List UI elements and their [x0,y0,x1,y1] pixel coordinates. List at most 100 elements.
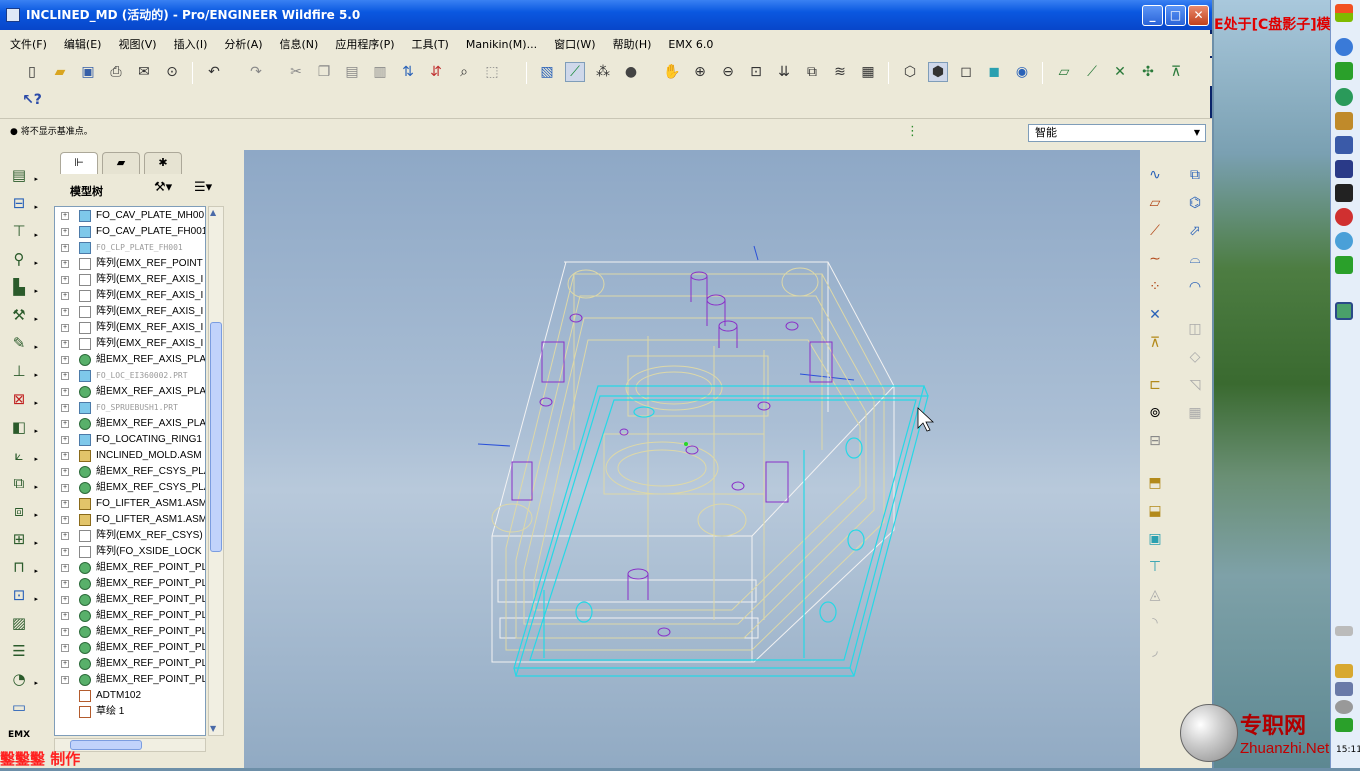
pan-hand-icon[interactable]: ✋ [662,62,682,82]
undo-icon[interactable]: ↶ [204,62,224,82]
scroll-down-arrow-icon[interactable]: ▼ [210,724,216,733]
view-eye-icon[interactable]: ◔ ▸ [8,668,38,690]
expand-icon[interactable]: + [61,564,69,572]
refresh-icon[interactable] [1335,88,1353,106]
save-icon[interactable]: ▣ [78,62,98,82]
paste-icon[interactable]: ▤ [342,62,362,82]
send-link-icon[interactable]: ⊙ [162,62,182,82]
no-hidden-icon[interactable]: ◻ [956,62,976,82]
tree-show-icon[interactable]: ☰▾ [194,180,212,195]
tree-row[interactable]: + FO_LOC_EI360002.PRT [55,368,205,384]
style-icon[interactable]: ◠ [1184,276,1206,298]
component-icon[interactable]: ⊟ ▸ [8,192,38,214]
context-help-icon[interactable]: ↖? [22,90,42,110]
tree-row[interactable]: ADTM102 [55,688,205,704]
cut-out-icon[interactable]: ⬒ [1144,472,1166,494]
expand-icon[interactable]: + [61,596,69,604]
chevron-down-icon[interactable]: ▼ [1191,127,1203,139]
merge-icon[interactable]: ◇ [1184,346,1206,368]
trim-icon[interactable]: ◹ [1184,374,1206,396]
expand-icon[interactable]: + [61,340,69,348]
guide-icon[interactable]: ▙ ▸ [8,276,38,298]
menu-window[interactable]: 窗口(W) [544,34,602,56]
bom-icon[interactable]: ⊞ ▸ [8,528,38,550]
screw-icon[interactable]: ⚲ ▸ [8,248,39,270]
open-folder-icon[interactable]: ▰ [50,62,70,82]
datum-point-icon[interactable]: ⁘ [1144,276,1166,298]
plane-display-icon[interactable]: ▧ [537,62,557,82]
tree-row[interactable]: + 阵列(EMX_REF_AXIS_I [55,304,205,320]
tree-settings-icon[interactable]: ⚒▾ [154,180,172,195]
annotation-display-icon[interactable]: ⊼ [1166,62,1186,82]
expand-icon[interactable]: + [61,228,69,236]
shading-icon[interactable]: ● [621,62,641,82]
datum-plane-icon[interactable]: ▱ [1144,192,1166,214]
protrusion-icon[interactable]: ⬓ [1144,500,1166,522]
menu-analysis[interactable]: 分析(A) [214,34,269,56]
menu-manikin[interactable]: Manikin(M)... [456,34,544,56]
tree-row[interactable]: + FO_LOCATING_RING1 [55,432,205,448]
pane-splitter[interactable] [234,150,244,768]
expand-icon[interactable]: + [61,452,69,460]
list-icon[interactable]: ☰ [8,640,30,662]
minimize-button[interactable]: _ [1142,5,1163,26]
expand-icon[interactable]: + [61,532,69,540]
new-file-icon[interactable]: ▯ [22,62,42,82]
tray-icon-4[interactable] [1335,718,1353,732]
selection-filter-select[interactable]: 智能 ▼ [1028,124,1206,142]
mold-layout-icon[interactable]: ▤ ▸ [8,164,38,186]
app-icon[interactable] [6,8,20,22]
tray-icon-1[interactable] [1335,664,1353,678]
tree-row[interactable]: + FO_LIFTER_ASM1.ASM [55,496,205,512]
layers-icon[interactable]: ≋ [830,62,850,82]
title-bar[interactable]: INCLINED_MD (活动的) - Pro/ENGINEER Wildfir… [0,0,1212,30]
maximize-button[interactable]: □ [1165,5,1186,26]
redo-icon[interactable]: ↷ [246,62,266,82]
tree-row[interactable]: + 阵列(EMX_REF_POINT [55,256,205,272]
expand-icon[interactable]: + [61,468,69,476]
paste-special-icon[interactable]: ▥ [370,62,390,82]
zoom-in-icon[interactable]: ⊕ [690,62,710,82]
expand-icon[interactable]: + [61,500,69,508]
expand-icon[interactable]: + [61,308,69,316]
desktop-icon[interactable] [1335,302,1353,320]
datum-axis-display-icon[interactable]: ⟋ [1082,62,1102,82]
expand-icon[interactable]: + [61,516,69,524]
hatch-icon[interactable]: ▨ [8,612,30,634]
delete-component-icon[interactable]: ⊠ ▸ [8,388,38,410]
ie-icon[interactable] [1335,38,1353,56]
sprue-icon[interactable]: ⊥ ▸ [8,360,38,382]
sketch-curve-icon[interactable]: ∿ [1144,164,1166,186]
tree-row[interactable]: + 組EMX_REF_POINT_PL [55,608,205,624]
media-icon[interactable] [1335,160,1353,178]
tree-row[interactable]: + 組EMX_REF_AXIS_PLA [55,352,205,368]
csys-display-icon[interactable]: ✣ [1138,62,1158,82]
ejector-pin-icon[interactable]: ⊤ ▸ [8,220,38,242]
expand-icon[interactable]: + [61,676,69,684]
sweep-icon[interactable]: ⬀ [1184,220,1206,242]
tree-row[interactable]: + 阵列(EMX_REF_AXIS_I [55,320,205,336]
chamfer-icon[interactable]: ◝ [1144,612,1166,634]
scroll-up-arrow-icon[interactable]: ▲ [210,208,216,217]
tree-row[interactable]: + 組EMX_REF_POINT_PL [55,656,205,672]
assemble-icon[interactable]: ⧉ [1184,164,1206,186]
tab-favorites-icon[interactable]: ✱ [144,152,182,174]
expand-icon[interactable]: + [61,260,69,268]
round-icon[interactable]: ◬ [1144,584,1166,606]
tree-row[interactable]: + 組EMX_REF_POINT_PL [55,624,205,640]
tree-row[interactable]: + FO_SPRUEBUSH1.PRT [55,400,205,416]
emx-logo-icon[interactable]: EMX [8,724,30,746]
wireframe-icon[interactable]: ⬡ [900,62,920,82]
expand-icon[interactable]: + [61,324,69,332]
tree-row[interactable]: + 組EMX_REF_POINT_PL [55,672,205,688]
network-icon[interactable] [1335,232,1353,250]
tree-row[interactable]: + 組EMX_REF_AXIS_PLA [55,384,205,400]
datum-axis-icon[interactable]: ⟋ [1144,220,1166,242]
tree-row[interactable]: + 組EMX_REF_POINT_PL [55,560,205,576]
expand-icon[interactable]: + [61,612,69,620]
analysis-feature-icon[interactable]: ⊼ [1144,332,1166,354]
water-line-icon[interactable]: ⧈ ▸ [8,500,38,522]
menu-file[interactable]: 文件(F) [0,34,54,56]
shaded-icon[interactable]: ◼ [984,62,1004,82]
extend-icon[interactable]: ◞ [1144,640,1166,662]
